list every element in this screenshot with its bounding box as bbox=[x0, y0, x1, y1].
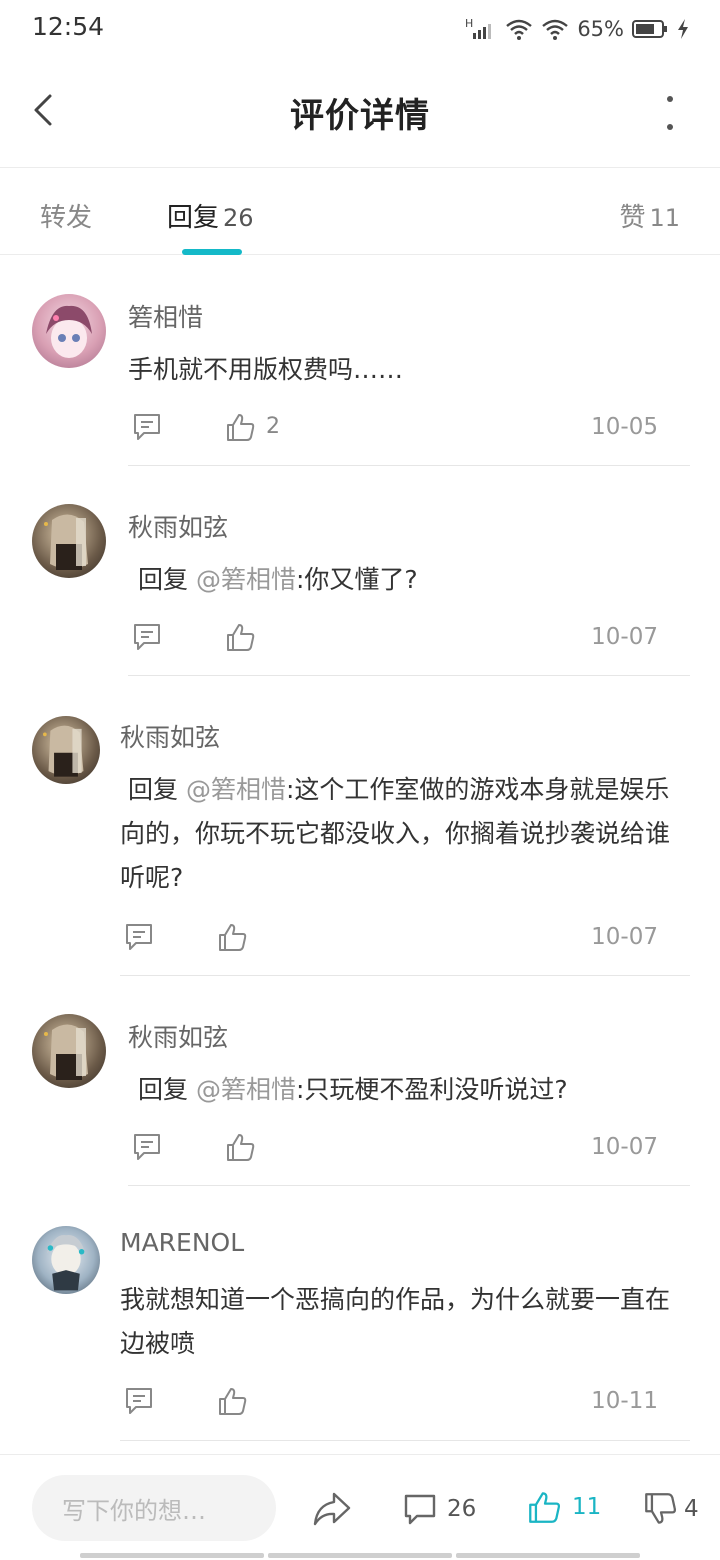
reply-prefix: 回复 bbox=[128, 775, 186, 804]
active-tab-indicator bbox=[182, 249, 242, 255]
comment-item: 秋雨如弦 回复 @箬相惜:这个工作室做的游戏本身就是娱乐向的，你玩不玩它都没收入… bbox=[0, 676, 720, 976]
mention-link[interactable]: @箬相惜 bbox=[186, 775, 286, 804]
charging-icon bbox=[678, 19, 688, 39]
thumbs-up-icon[interactable] bbox=[218, 1386, 248, 1416]
comment-date: 10-11 bbox=[591, 1388, 658, 1414]
like-button[interactable]: 11 bbox=[528, 1489, 601, 1525]
comment-body: 手机就不用版权费吗…… bbox=[128, 355, 404, 384]
user-name[interactable]: 秋雨如弦 bbox=[128, 1018, 228, 1054]
home-indicator-segment bbox=[80, 1553, 264, 1558]
comment-item: MARENOL 我就想知道一个恶搞向的作品，为什么就要一直在边被喷 10-11 bbox=[0, 1186, 720, 1442]
avatar-image bbox=[44, 514, 88, 570]
comment-date: 10-07 bbox=[591, 624, 658, 650]
more-options-button[interactable] bbox=[660, 96, 680, 130]
comment-actions: 10-07 bbox=[120, 922, 688, 962]
page-title: 评价详情 bbox=[290, 96, 430, 136]
thumbs-up-icon bbox=[529, 1492, 561, 1523]
comment-actions: 10-07 bbox=[128, 622, 688, 662]
home-indicator bbox=[80, 1553, 640, 1558]
tab-bar: 转发 回复 26 赞 11 bbox=[0, 169, 720, 255]
status-bar: 12:54 H 65% bbox=[0, 0, 720, 56]
comment-item: 秋雨如弦 回复 @箬相惜:只玩梗不盈利没听说过? 10-07 bbox=[0, 976, 720, 1186]
comment-date: 10-05 bbox=[591, 414, 658, 440]
reply-prefix: 回复 bbox=[138, 565, 196, 594]
reply-prefix: 回复 bbox=[138, 1075, 196, 1104]
comment-item: 箬相惜 手机就不用版权费吗…… 2 10-05 bbox=[0, 256, 720, 466]
battery-percent: 65% bbox=[577, 17, 624, 41]
mention-link[interactable]: @箬相惜 bbox=[196, 1075, 296, 1104]
thumbs-up-icon[interactable] bbox=[226, 1132, 256, 1162]
user-name[interactable]: 秋雨如弦 bbox=[120, 718, 220, 754]
reply-icon[interactable] bbox=[132, 412, 162, 442]
comment-item: 秋雨如弦 回复 @箬相惜:你又懂了? 10-07 bbox=[0, 466, 720, 676]
tab-reply[interactable]: 回复 26 bbox=[167, 197, 254, 234]
comment-body: 我就想知道一个恶搞向的作品，为什么就要一直在边被喷 bbox=[120, 1285, 671, 1358]
avatar[interactable] bbox=[32, 716, 100, 784]
avatar-image bbox=[43, 725, 84, 777]
avatar[interactable] bbox=[32, 504, 106, 578]
dislike-count: 4 bbox=[684, 1496, 699, 1522]
thumbs-down-icon bbox=[645, 1493, 677, 1524]
more-vertical-icon-dot bbox=[667, 96, 673, 102]
comment-text: 回复 @箬相惜:这个工作室做的游戏本身就是娱乐向的，你玩不玩它都没收入，你搁着说… bbox=[120, 768, 688, 900]
tab-like-label: 赞 bbox=[619, 203, 646, 233]
mention-link[interactable]: @箬相惜 bbox=[196, 565, 296, 594]
status-icons: H 65% bbox=[463, 14, 690, 44]
comment-actions: 10-07 bbox=[128, 1132, 688, 1172]
avatar-image bbox=[46, 1235, 86, 1291]
tab-like[interactable]: 赞 11 bbox=[619, 197, 680, 234]
thumbs-up-icon[interactable] bbox=[226, 412, 256, 442]
status-time: 12:54 bbox=[32, 12, 105, 41]
comment-actions: 2 10-05 bbox=[128, 412, 688, 452]
wifi-icon bbox=[542, 19, 569, 40]
comment-text: 回复 @箬相惜:你又懂了? bbox=[138, 558, 688, 602]
avatar[interactable] bbox=[32, 294, 106, 368]
comment-date: 10-07 bbox=[591, 924, 658, 950]
avatar[interactable] bbox=[32, 1014, 106, 1088]
reply-icon[interactable] bbox=[132, 1132, 162, 1162]
tab-reply-count: 26 bbox=[223, 204, 254, 232]
battery-icon bbox=[632, 20, 667, 38]
thumbs-up-icon[interactable] bbox=[218, 922, 248, 952]
user-name[interactable]: 箬相惜 bbox=[128, 298, 203, 334]
signal-icon: H bbox=[465, 17, 492, 39]
reply-icon[interactable] bbox=[124, 922, 154, 952]
comment-date: 10-07 bbox=[591, 1134, 658, 1160]
reply-icon[interactable] bbox=[132, 622, 162, 652]
divider bbox=[120, 1440, 690, 1441]
dislike-button[interactable]: 4 bbox=[644, 1491, 699, 1527]
comment-text: 回复 @箬相惜:只玩梗不盈利没听说过? bbox=[138, 1068, 688, 1112]
user-name[interactable]: MARENOL bbox=[120, 1228, 244, 1257]
comment-text: 我就想知道一个恶搞向的作品，为什么就要一直在边被喷 bbox=[120, 1278, 688, 1366]
avatar-image bbox=[46, 305, 92, 358]
tab-reply-label: 回复 bbox=[167, 203, 220, 233]
tab-repost[interactable]: 转发 bbox=[40, 197, 92, 234]
share-icon bbox=[313, 1492, 351, 1526]
user-name[interactable]: 秋雨如弦 bbox=[128, 508, 228, 544]
network-type-label: H bbox=[465, 17, 473, 30]
share-button[interactable] bbox=[312, 1491, 352, 1527]
like-count: 2 bbox=[266, 414, 280, 439]
comment-body: :你又懂了? bbox=[295, 565, 418, 594]
comment-icon bbox=[404, 1494, 436, 1525]
avatar[interactable] bbox=[32, 1226, 100, 1294]
tab-like-count: 11 bbox=[649, 204, 680, 232]
reply-icon[interactable] bbox=[124, 1386, 154, 1416]
wifi-data-icon bbox=[506, 19, 533, 40]
app-header: 评价详情 bbox=[0, 56, 720, 168]
avatar-image bbox=[44, 1024, 88, 1080]
comment-count: 26 bbox=[447, 1496, 477, 1522]
thumbs-up-icon[interactable] bbox=[226, 622, 256, 652]
bottom-action-bar: 写下你的想… 26 11 4 bbox=[0, 1454, 720, 1560]
comment-actions: 10-11 bbox=[120, 1386, 688, 1426]
more-vertical-icon-dot bbox=[667, 124, 673, 130]
home-indicator-segment bbox=[268, 1553, 452, 1558]
comment-input[interactable]: 写下你的想… bbox=[32, 1475, 276, 1541]
comment-button[interactable]: 26 bbox=[403, 1491, 476, 1527]
like-count: 11 bbox=[572, 1494, 602, 1520]
home-indicator-segment bbox=[456, 1553, 640, 1558]
tab-repost-label: 转发 bbox=[40, 203, 93, 233]
comment-body: :只玩梗不盈利没听说过? bbox=[295, 1075, 568, 1104]
comment-text: 手机就不用版权费吗…… bbox=[128, 348, 688, 392]
